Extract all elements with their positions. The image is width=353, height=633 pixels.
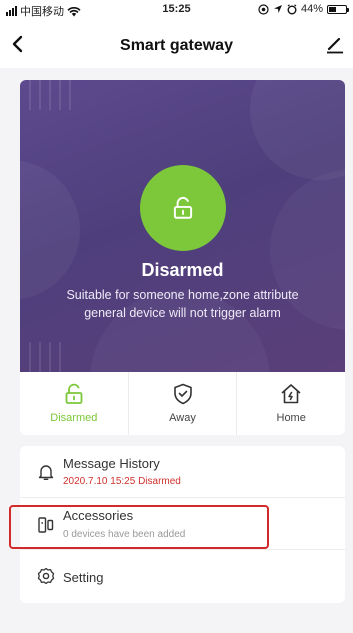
arm-status-card: Disarmed Suitable for someone home,zone … <box>20 80 345 372</box>
mode-label: Away <box>169 412 196 424</box>
menu-item-title: Setting <box>63 570 104 585</box>
mode-away[interactable]: Away <box>127 372 237 435</box>
menu-list: Message History 2020.7.10 15:25 Disarmed… <box>20 446 345 603</box>
home-bolt-icon <box>281 384 301 404</box>
mode-selector: Disarmed Away Home <box>20 372 345 435</box>
mode-label: Disarmed <box>50 412 98 424</box>
mode-disarmed[interactable]: Disarmed <box>20 372 128 435</box>
mode-label: Home <box>276 412 306 424</box>
mode-home[interactable]: Home <box>236 372 345 435</box>
message-history-subtitle: 2020.7.10 15:25 Disarmed <box>63 476 181 487</box>
unlock-icon <box>65 383 83 404</box>
arm-state-title: Disarmed <box>141 260 224 280</box>
alarm-clock-icon <box>287 3 297 14</box>
status-bar: 中国移动 15:25 44% <box>0 0 353 20</box>
menu-item-setting[interactable]: Setting <box>20 550 345 602</box>
menu-item-accessories[interactable]: Accessories 0 devices have been added <box>20 498 345 550</box>
page-title: Smart gateway <box>120 37 233 54</box>
nav-bar: Smart gateway <box>0 20 353 68</box>
location-lock-icon <box>258 3 269 15</box>
edit-button[interactable] <box>323 32 347 56</box>
shield-check-icon <box>173 383 192 405</box>
menu-item-title: Message History <box>63 456 160 471</box>
disarm-button[interactable] <box>140 165 226 251</box>
battery-percent: 44% <box>300 3 323 15</box>
unlock-icon <box>173 196 193 219</box>
menu-item-message-history[interactable]: Message History 2020.7.10 15:25 Disarmed <box>20 446 345 498</box>
menu-item-title: Accessories <box>63 508 134 523</box>
battery-icon <box>327 4 349 14</box>
location-arrow-icon <box>273 5 282 13</box>
pencil-icon <box>327 37 343 54</box>
device-icon <box>38 517 54 533</box>
gear-icon <box>37 567 55 585</box>
status-right: 44% <box>258 3 349 15</box>
arm-state-description: Suitable for someone home,zone attribute… <box>66 288 299 320</box>
bell-icon <box>38 465 54 480</box>
accessories-subtitle: 0 devices have been added <box>63 529 186 540</box>
